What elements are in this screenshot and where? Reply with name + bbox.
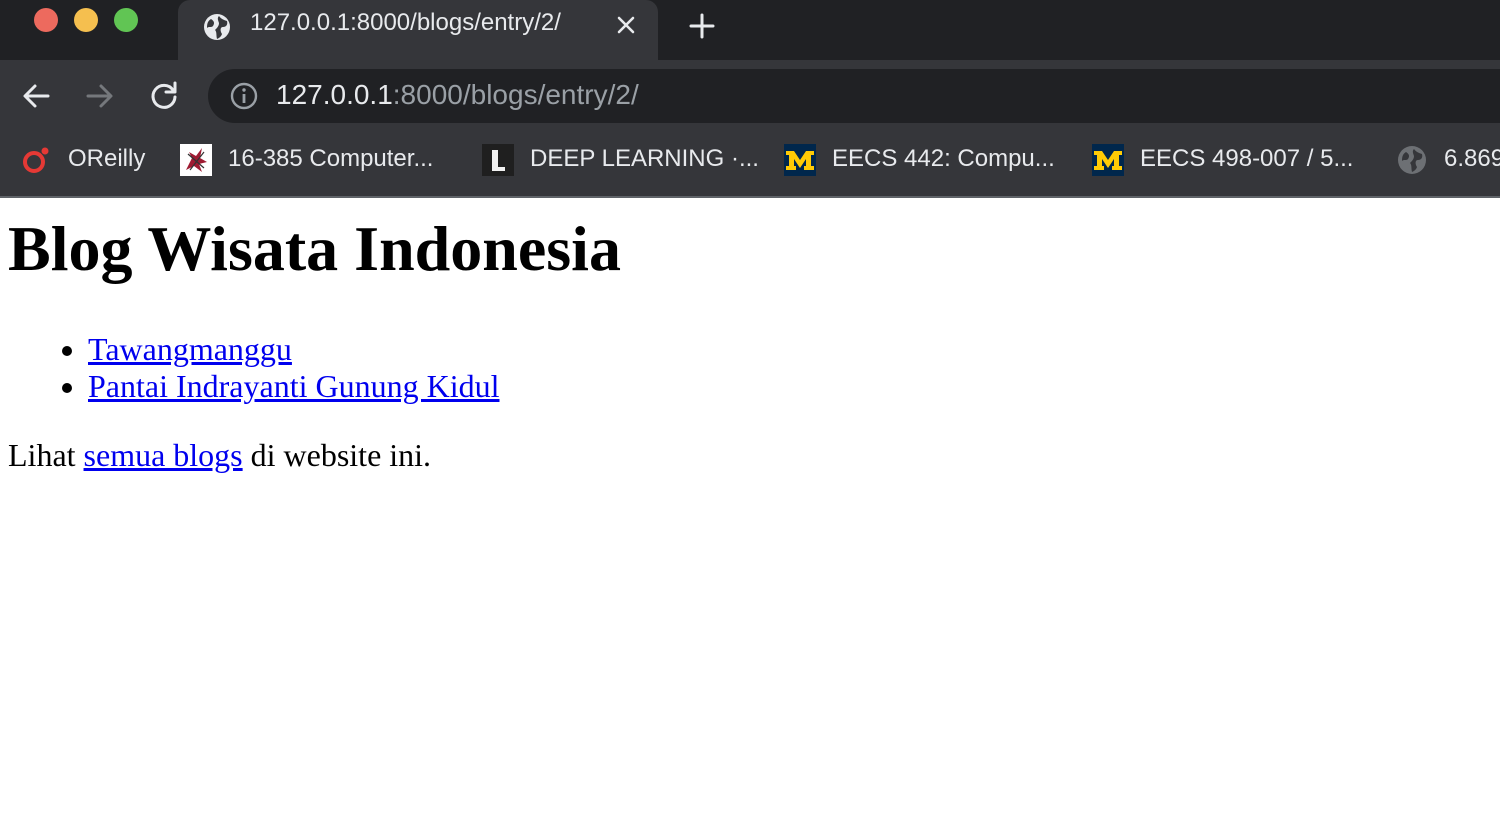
blog-entry-link[interactable]: Pantai Indrayanti Gunung Kidul [88, 368, 499, 404]
page-content: Blog Wisata Indonesia Tawangmanggu Panta… [0, 198, 1500, 820]
minimize-window-button[interactable] [74, 8, 98, 32]
back-arrow-icon[interactable] [20, 80, 52, 112]
url-text[interactable]: 127.0.0.1:8000/blogs/entry/2/ [276, 79, 639, 111]
page-title: Blog Wisata Indonesia [8, 213, 621, 284]
bookmark-label: OReilly [68, 145, 146, 172]
reload-icon[interactable] [148, 80, 180, 112]
sentence-suffix: di website ini. [242, 437, 432, 473]
l-icon [482, 144, 514, 176]
bookmark-label: 6.869 [1444, 145, 1500, 172]
address-bar[interactable]: 127.0.0.1:8000/blogs/entry/2/ [208, 69, 1500, 123]
bookmark-label: EECS 442: Compu... [832, 145, 1055, 172]
forward-arrow-icon[interactable] [84, 80, 116, 112]
sentence-prefix: Lihat [8, 437, 84, 473]
oreilly-icon [23, 147, 49, 173]
umich-icon [1092, 144, 1124, 176]
bookmark-label: 16-385 Computer... [228, 145, 434, 172]
bookmark-label: DEEP LEARNING ·... [530, 145, 759, 172]
list-item: Pantai Indrayanti Gunung Kidul [88, 368, 499, 405]
browser-chrome: 127.0.0.1:8000/blogs/entry/2/ 127.0.0.1:… [0, 0, 1500, 198]
zoom-window-button[interactable] [114, 8, 138, 32]
list-item: Tawangmanggu [88, 331, 499, 368]
globe-icon [204, 14, 230, 40]
bookmark-label: EECS 498-007 / 5... [1140, 145, 1354, 172]
globe-icon [1398, 146, 1426, 174]
all-blogs-link[interactable]: semua blogs [84, 437, 243, 473]
bookmarks-bar: OReilly 16-385 Computer... DEEP LEARNING… [0, 136, 1500, 184]
tab-strip: 127.0.0.1:8000/blogs/entry/2/ [0, 0, 1500, 60]
cmu-icon [180, 144, 212, 176]
close-icon[interactable] [614, 13, 638, 37]
all-blogs-sentence: Lihat semua blogs di website ini. [8, 437, 431, 474]
umich-icon [784, 144, 816, 176]
tab-title: 127.0.0.1:8000/blogs/entry/2/ [250, 9, 561, 36]
blog-entry-list: Tawangmanggu Pantai Indrayanti Gunung Ki… [0, 331, 499, 405]
url-host: 127.0.0.1 [276, 79, 393, 110]
info-icon[interactable] [230, 82, 258, 110]
blog-entry-link[interactable]: Tawangmanggu [88, 331, 292, 367]
close-window-button[interactable] [34, 8, 58, 32]
new-tab-plus-icon[interactable] [688, 12, 716, 40]
tab-active[interactable]: 127.0.0.1:8000/blogs/entry/2/ [178, 0, 658, 60]
url-path: :8000/blogs/entry/2/ [392, 79, 639, 110]
